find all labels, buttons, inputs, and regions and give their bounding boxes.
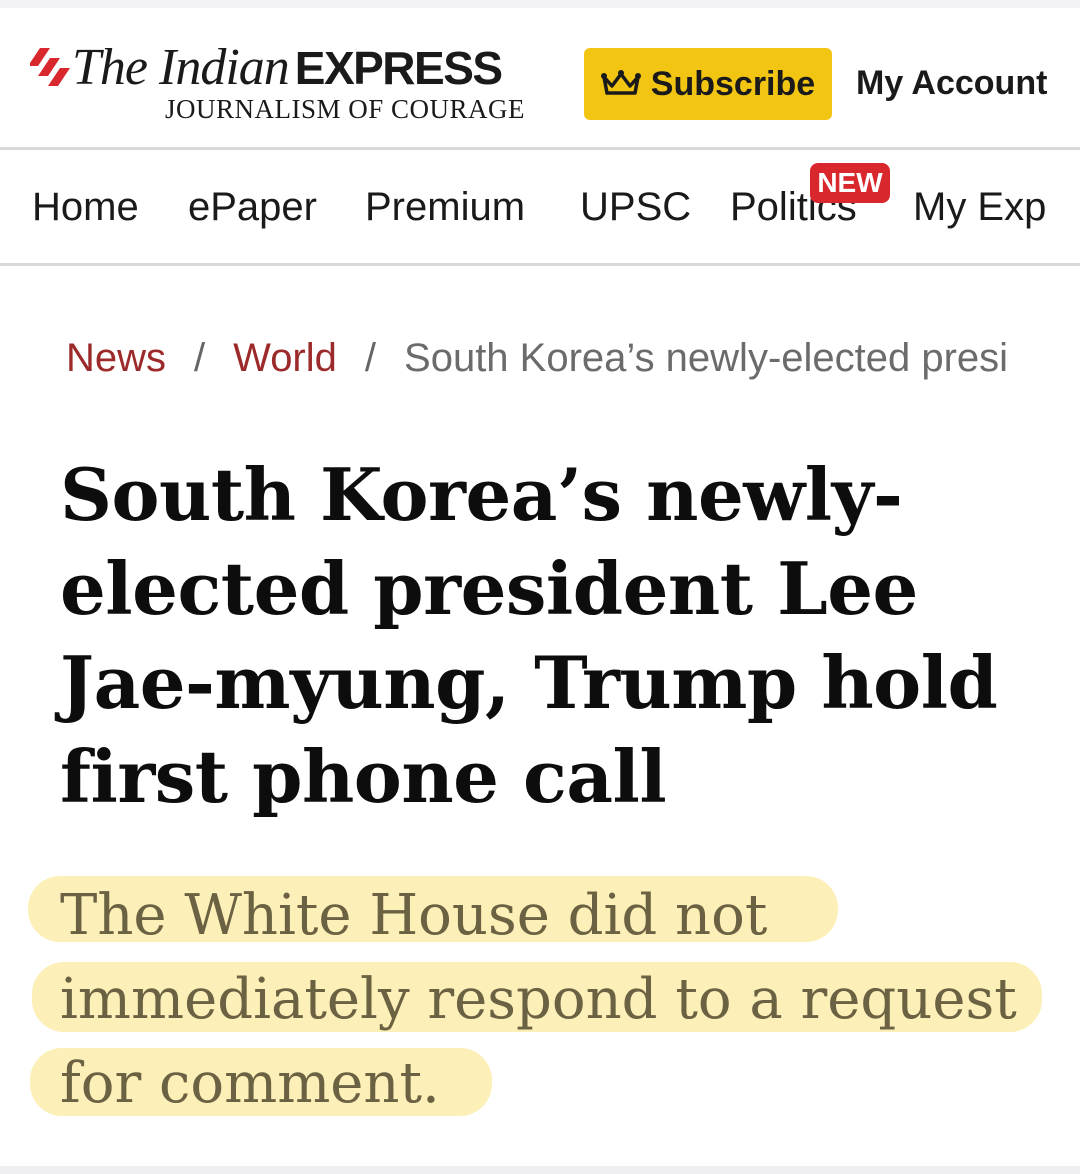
breadcrumb-separator: / bbox=[364, 336, 377, 380]
header-divider bbox=[0, 147, 1080, 150]
nav-divider bbox=[0, 263, 1080, 266]
nav-item-epaper[interactable]: ePaper bbox=[188, 185, 317, 230]
nav-item-home[interactable]: Home bbox=[32, 185, 139, 230]
express-stripes-icon bbox=[30, 48, 70, 86]
crown-icon bbox=[600, 70, 641, 95]
logo-the-indian: The Indian bbox=[72, 39, 290, 96]
main-nav: Home ePaper Premium UPSC Politics NEW My… bbox=[0, 151, 1080, 264]
site-logo[interactable]: The Indian EXPRESS JOURNALISM OF COURAGE bbox=[30, 36, 530, 131]
article-standfirst: The White House did not immediately resp… bbox=[60, 883, 1017, 1116]
breadcrumb: News / World / South Korea’s newly-elected p… bbox=[66, 336, 1056, 392]
nav-item-premium[interactable]: Premium bbox=[365, 185, 525, 230]
my-account-link[interactable]: My Account bbox=[856, 64, 1047, 103]
new-badge: NEW bbox=[810, 163, 890, 203]
logo-express: EXPRESS bbox=[294, 42, 503, 94]
breadcrumb-current: South Korea’s newly-elected presi bbox=[404, 336, 1009, 380]
logo-wordmark: The Indian EXPRESS bbox=[72, 38, 503, 97]
nav-item-my-express[interactable]: My Exp bbox=[913, 185, 1046, 230]
breadcrumb-world[interactable]: World bbox=[233, 336, 337, 380]
logo-tagline: JOURNALISM OF COURAGE bbox=[165, 94, 526, 124]
subscribe-label: Subscribe bbox=[650, 64, 816, 103]
article-headline: South Korea’s newly-elected president Le… bbox=[60, 452, 998, 819]
breadcrumb-news[interactable]: News bbox=[66, 336, 166, 380]
subscribe-button[interactable]: Subscribe bbox=[584, 48, 832, 120]
top-strip bbox=[0, 0, 1080, 8]
site-header: The Indian EXPRESS JOURNALISM OF COURAGE … bbox=[0, 8, 1080, 148]
bottom-strip bbox=[0, 1166, 1080, 1174]
breadcrumb-separator: / bbox=[194, 336, 206, 380]
nav-item-upsc[interactable]: UPSC bbox=[580, 185, 691, 230]
